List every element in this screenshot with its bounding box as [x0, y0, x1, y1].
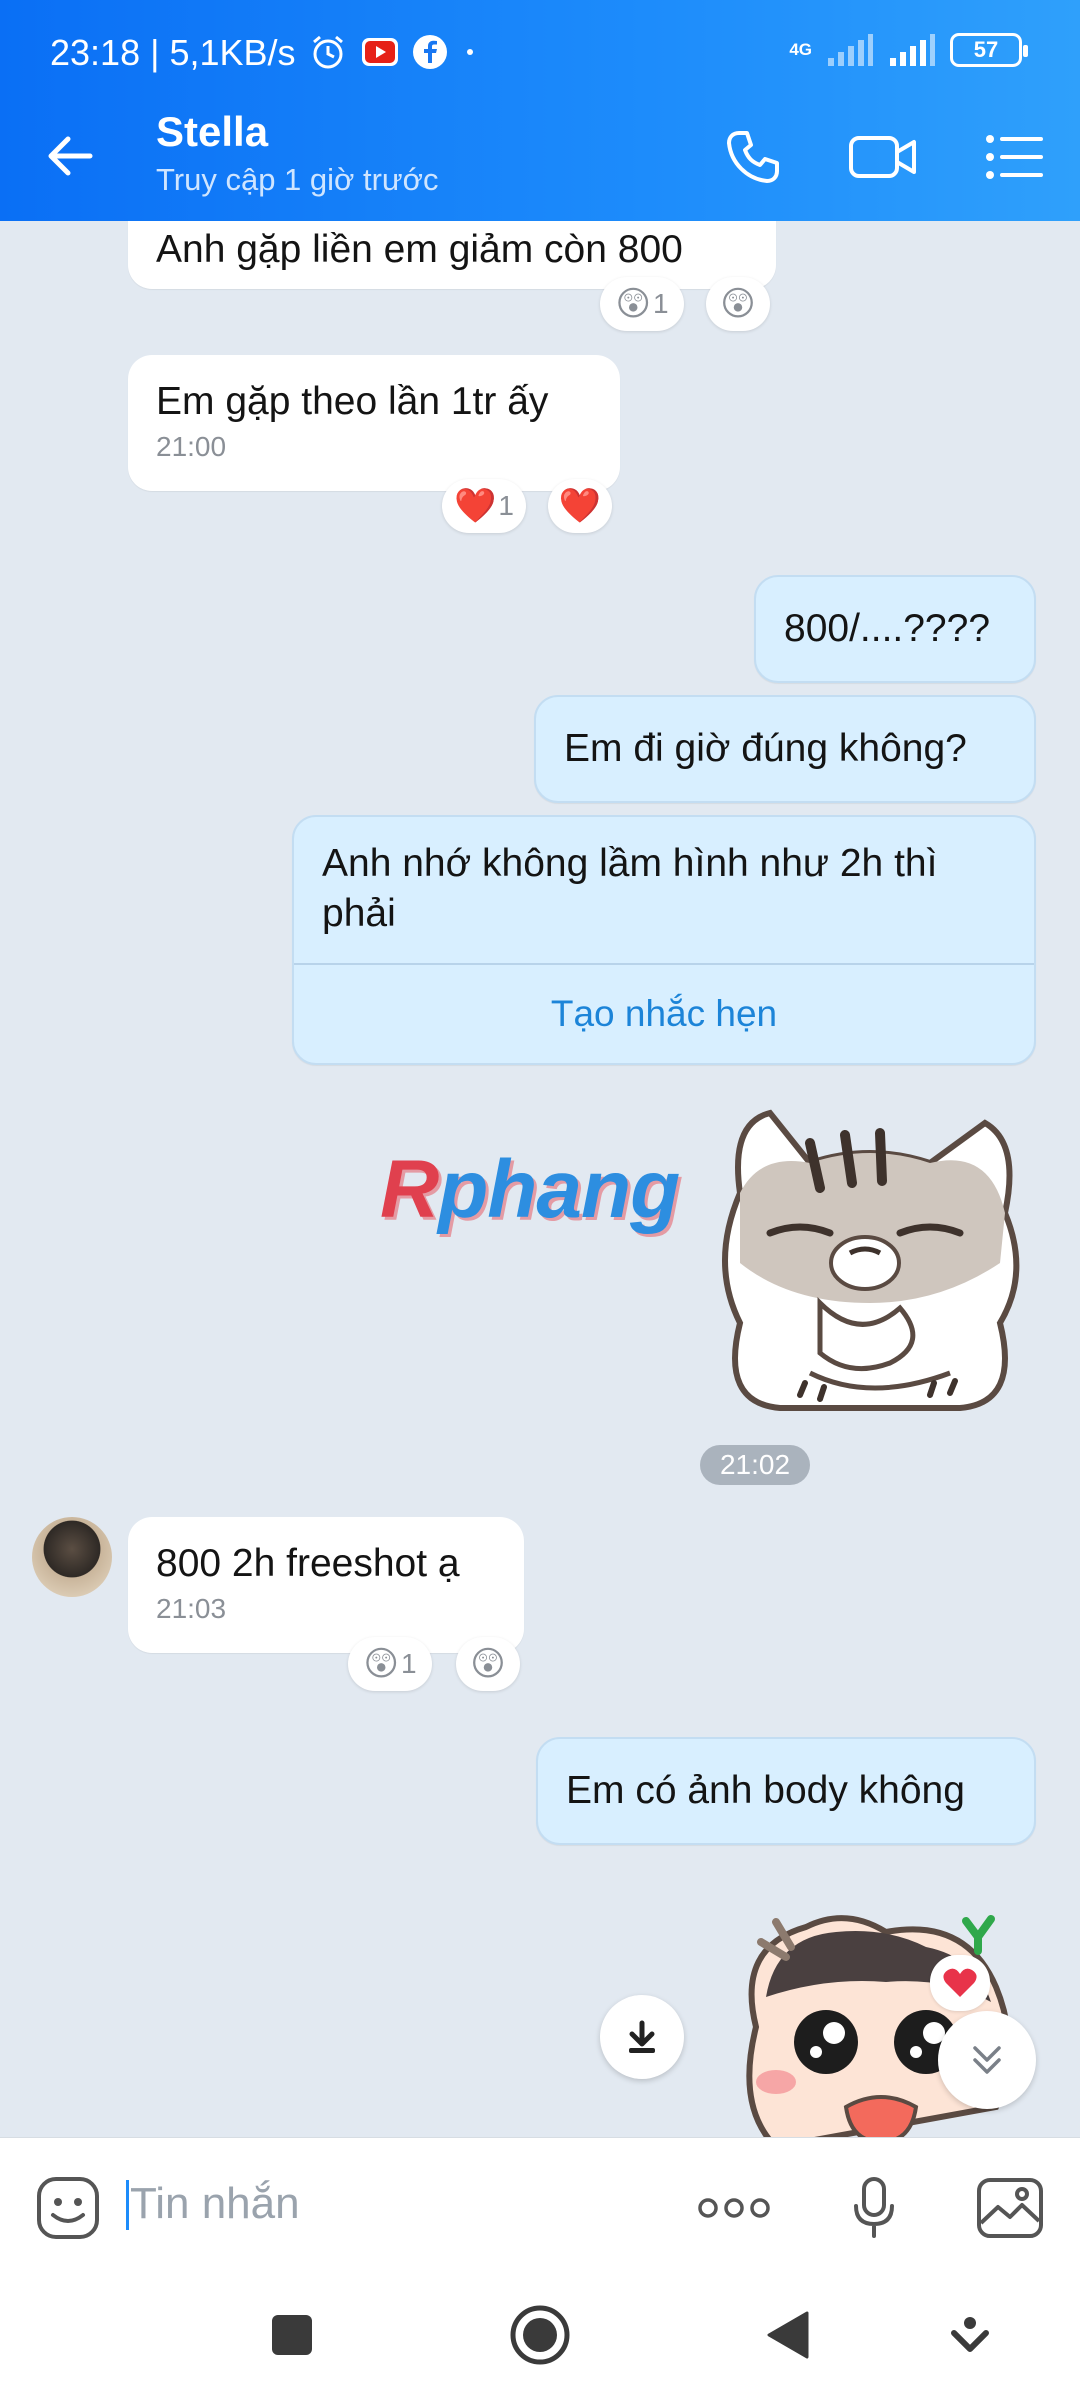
chat-area[interactable]: Anh gặp liền em giảm còn 800 😲 1 😲 Em gặ… [0, 221, 1080, 2137]
react-button[interactable] [930, 1955, 990, 2011]
message-outgoing[interactable]: Em đi giờ đúng không? [534, 695, 1036, 803]
reaction-count: 1 [652, 288, 669, 319]
signal-icon [828, 34, 873, 66]
youtube-icon [362, 38, 398, 66]
gallery-button[interactable] [970, 2168, 1050, 2248]
watermark-letter: R [380, 1144, 439, 1235]
message-outgoing[interactable]: Anh nhớ không lầm hình như 2h thì phải T… [292, 815, 1036, 1065]
menu-button[interactable] [980, 122, 1050, 192]
phone-icon [727, 131, 779, 183]
status-notification-icons [308, 32, 480, 72]
reaction-summary[interactable]: 😲 1 [600, 277, 684, 331]
facebook-icon [413, 35, 447, 69]
shocked-emoji-icon: 😲 [470, 1645, 506, 1683]
create-reminder-button[interactable]: Tạo nhắc hẹn [294, 963, 1034, 1063]
message-time: 21:03 [156, 1593, 227, 1624]
network-type: 4G [789, 40, 812, 59]
back-button[interactable] [40, 126, 110, 186]
reaction-count: 1 [498, 490, 514, 521]
battery-icon: 57 [950, 33, 1028, 67]
message-text: Em gặp theo lần 1tr ấy [156, 380, 549, 423]
recent-apps-button[interactable] [252, 2300, 332, 2370]
message-incoming[interactable]: 800 2h freeshot ạ 21:03 [128, 1517, 524, 1653]
heart-icon: ❤️ [558, 487, 602, 525]
chevron-down-icon [951, 2317, 989, 2352]
heart-icon [943, 1968, 977, 1997]
more-icon [698, 2198, 770, 2218]
message-text: 800/....???? [784, 607, 991, 650]
back-arrow-icon [48, 136, 93, 176]
shocked-emoji-icon: 😲 [720, 285, 756, 323]
message-text: Em có ảnh body không [566, 1769, 965, 1812]
message-outgoing[interactable]: Em có ảnh body không [536, 1737, 1036, 1845]
message-text: Anh nhớ không lầm hình như 2h thì phải [322, 842, 938, 935]
mobile-data-indicator: 4G [789, 41, 812, 59]
shocked-emoji-icon: 😲 [615, 285, 651, 323]
home-button[interactable] [500, 2300, 580, 2370]
scroll-to-bottom-button[interactable] [938, 2011, 1036, 2109]
time-divider: 21:02 [700, 1445, 810, 1485]
emoji-button[interactable] [28, 2168, 108, 2248]
alarm-icon [313, 35, 343, 69]
text-caret [126, 2180, 129, 2230]
message-text: Em đi giờ đúng không? [564, 727, 967, 770]
contact-status: Truy cập 1 giờ trước [156, 162, 439, 197]
message-outgoing[interactable]: 800/....???? [754, 575, 1036, 683]
menu-icon [986, 135, 1043, 179]
heart-icon: ❤️ [454, 487, 497, 525]
dot-icon [467, 49, 473, 55]
message-text: 800 2h freeshot ạ [156, 1542, 460, 1585]
emoji-icon [37, 2177, 99, 2239]
battery-level: 57 [973, 37, 999, 62]
message-text: Anh gặp liền em giảm còn 800 [156, 228, 683, 271]
shocked-emoji-icon: 😲 [363, 1645, 399, 1683]
status-system-icons: 4G 57 [789, 32, 1028, 68]
image-icon [977, 2178, 1043, 2238]
voice-message-button[interactable] [834, 2168, 914, 2248]
message-input[interactable] [130, 2172, 650, 2236]
status-time: 23:18 | 5,1KB/s [50, 32, 296, 73]
grumpy-cat-sticker[interactable] [700, 1103, 1040, 1423]
reaction-summary[interactable]: 😲 1 [348, 1637, 432, 1691]
home-circle-icon [510, 2305, 570, 2365]
react-button[interactable]: 😲 [706, 277, 770, 331]
react-button[interactable]: 😲 [456, 1637, 520, 1691]
square-icon [272, 2315, 312, 2355]
message-incoming[interactable]: Em gặp theo lần 1tr ấy 21:00 [128, 355, 620, 491]
contact-name[interactable]: Stella [156, 108, 268, 156]
download-icon [629, 2020, 655, 2053]
video-call-icon [849, 136, 916, 178]
call-button[interactable] [718, 122, 788, 192]
message-incoming[interactable]: Anh gặp liền em giảm còn 800 [128, 221, 776, 289]
signal-icon-2 [890, 34, 935, 66]
video-call-button[interactable] [848, 122, 918, 192]
watermark-text: phang [438, 1144, 680, 1235]
reaction-count: 1 [400, 1648, 417, 1679]
watermark-logo: Rphang [380, 1143, 680, 1237]
back-nav-button[interactable] [748, 2300, 828, 2370]
back-triangle-icon [767, 2311, 809, 2359]
reaction-summary[interactable]: ❤️ 1 [442, 479, 526, 533]
microphone-icon [854, 2177, 894, 2238]
avatar[interactable] [32, 1517, 112, 1597]
download-button[interactable] [600, 1995, 684, 2079]
more-button[interactable] [694, 2168, 774, 2248]
hide-nav-button[interactable] [930, 2300, 1010, 2370]
react-button[interactable]: ❤️ [548, 479, 612, 533]
message-time: 21:00 [156, 431, 227, 462]
scroll-down-icon [973, 2046, 1001, 2074]
